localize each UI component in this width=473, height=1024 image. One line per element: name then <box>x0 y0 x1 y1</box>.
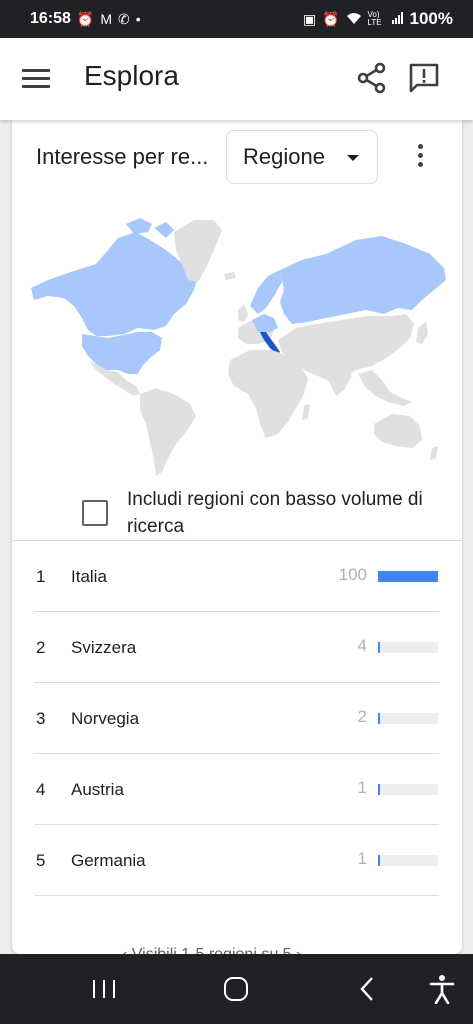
map-se-asia[interactable] <box>358 370 412 406</box>
low-volume-checkbox-row[interactable]: Includi regioni con basso volume di rice… <box>82 486 452 542</box>
more-vert-icon <box>417 144 423 167</box>
map-south-america[interactable] <box>140 388 196 476</box>
region-bar <box>378 642 438 653</box>
region-bar-fill <box>378 855 380 866</box>
accessibility-button[interactable] <box>428 974 456 1005</box>
alarm-icon: ⏰ <box>322 10 340 27</box>
status-bar: 16:58 ⏰ M ✆ • ▣ ⏰ Vo) LTE 100% <box>0 0 473 38</box>
low-volume-checkbox[interactable] <box>82 500 108 526</box>
region-name: Italia <box>71 567 107 586</box>
region-bar <box>378 855 438 866</box>
home-icon <box>224 977 248 1001</box>
feedback-icon <box>409 63 439 93</box>
region-ranking-list: 1 Italia 100 2 Svizzera 4 3 Norvegia 2 4 Austria 1 5… <box>34 541 439 896</box>
alarm-icon: ⏰ <box>76 10 95 27</box>
battery-percent: 100% <box>409 9 453 28</box>
status-time: 16:58 <box>30 10 71 27</box>
region-bar <box>378 713 438 724</box>
region-name: Svizzera <box>71 638 137 657</box>
volte-icon: Vo) LTE <box>367 10 382 27</box>
menu-button[interactable] <box>22 64 62 96</box>
map-new-zealand[interactable] <box>430 446 438 460</box>
navigation-bar <box>0 954 473 1024</box>
map-australia[interactable] <box>374 414 422 448</box>
recents-icon <box>93 980 115 998</box>
region-row[interactable]: 1 Italia 100 <box>34 541 439 612</box>
region-name: Norvegia <box>71 709 140 728</box>
region-name: Austria <box>71 780 124 799</box>
region-value: 4 <box>357 636 367 655</box>
region-row[interactable]: 4 Austria 1 <box>34 754 439 825</box>
map-canada[interactable] <box>31 232 198 336</box>
map-japan[interactable] <box>416 322 428 344</box>
status-left: 16:58 ⏰ M ✆ • <box>30 10 141 28</box>
region-rank: 2 <box>36 638 46 657</box>
region-row[interactable]: 5 Germania 1 <box>34 825 439 896</box>
share-button[interactable] <box>354 60 390 96</box>
region-rank: 1 <box>36 567 46 586</box>
wifi-icon <box>346 11 362 28</box>
card-title: Interesse per re... <box>36 144 209 169</box>
region-row[interactable]: 3 Norvegia 2 <box>34 683 439 754</box>
share-icon <box>357 62 386 94</box>
status-right: ▣ ⏰ Vo) LTE 100% <box>303 9 453 29</box>
gmail-icon: M <box>100 11 113 27</box>
app-bar: Esplora <box>0 38 473 120</box>
map-scandinavia[interactable] <box>250 270 282 314</box>
more-options-button[interactable] <box>410 142 430 174</box>
low-volume-checkbox-label: Includi regioni con basso volume di rice… <box>127 489 423 537</box>
battery-saver-icon: ▣ <box>302 10 317 27</box>
signal-icon <box>391 11 404 27</box>
region-bar <box>378 571 438 582</box>
region-bar-fill <box>378 642 381 653</box>
region-bar-fill <box>378 713 380 724</box>
page-title: Esplora <box>84 60 179 91</box>
region-value: 1 <box>357 849 367 868</box>
region-value: 100 <box>338 565 367 584</box>
region-rank: 3 <box>36 709 46 728</box>
feedback-button[interactable] <box>406 60 446 96</box>
region-bar-fill <box>378 571 438 582</box>
region-value: 1 <box>357 778 367 797</box>
dot-icon: • <box>135 11 141 27</box>
region-bar <box>378 784 438 795</box>
map-uk[interactable] <box>238 304 248 322</box>
map-iceland[interactable] <box>224 272 236 280</box>
region-dropdown[interactable]: Regione <box>226 130 378 184</box>
recents-button[interactable] <box>90 974 118 1004</box>
map-usa[interactable] <box>82 332 162 374</box>
world-map[interactable] <box>26 210 450 480</box>
region-rank: 4 <box>36 780 46 799</box>
pagination-text: ‹ Visibili 1-5 regioni su 5 › <box>122 946 301 954</box>
phone-icon: ✆ <box>118 10 130 27</box>
menu-icon <box>22 69 62 88</box>
region-row[interactable]: 2 Svizzera 4 <box>34 612 439 683</box>
map-africa[interactable] <box>228 350 308 438</box>
accessibility-icon <box>429 975 455 1005</box>
map-russia[interactable] <box>280 236 446 324</box>
caret-down-icon <box>347 155 359 161</box>
region-value: 2 <box>357 707 367 726</box>
region-bar-fill <box>378 784 380 795</box>
region-rank: 5 <box>36 851 46 870</box>
back-button[interactable] <box>356 974 380 1004</box>
back-icon <box>360 977 373 1001</box>
interest-by-region-card: Interesse per re... Regione Includi regi… <box>12 120 462 954</box>
region-dropdown-value: Regione <box>243 144 325 169</box>
home-button[interactable] <box>222 974 250 1004</box>
region-name: Germania <box>71 851 146 870</box>
map-madagascar[interactable] <box>302 404 310 420</box>
